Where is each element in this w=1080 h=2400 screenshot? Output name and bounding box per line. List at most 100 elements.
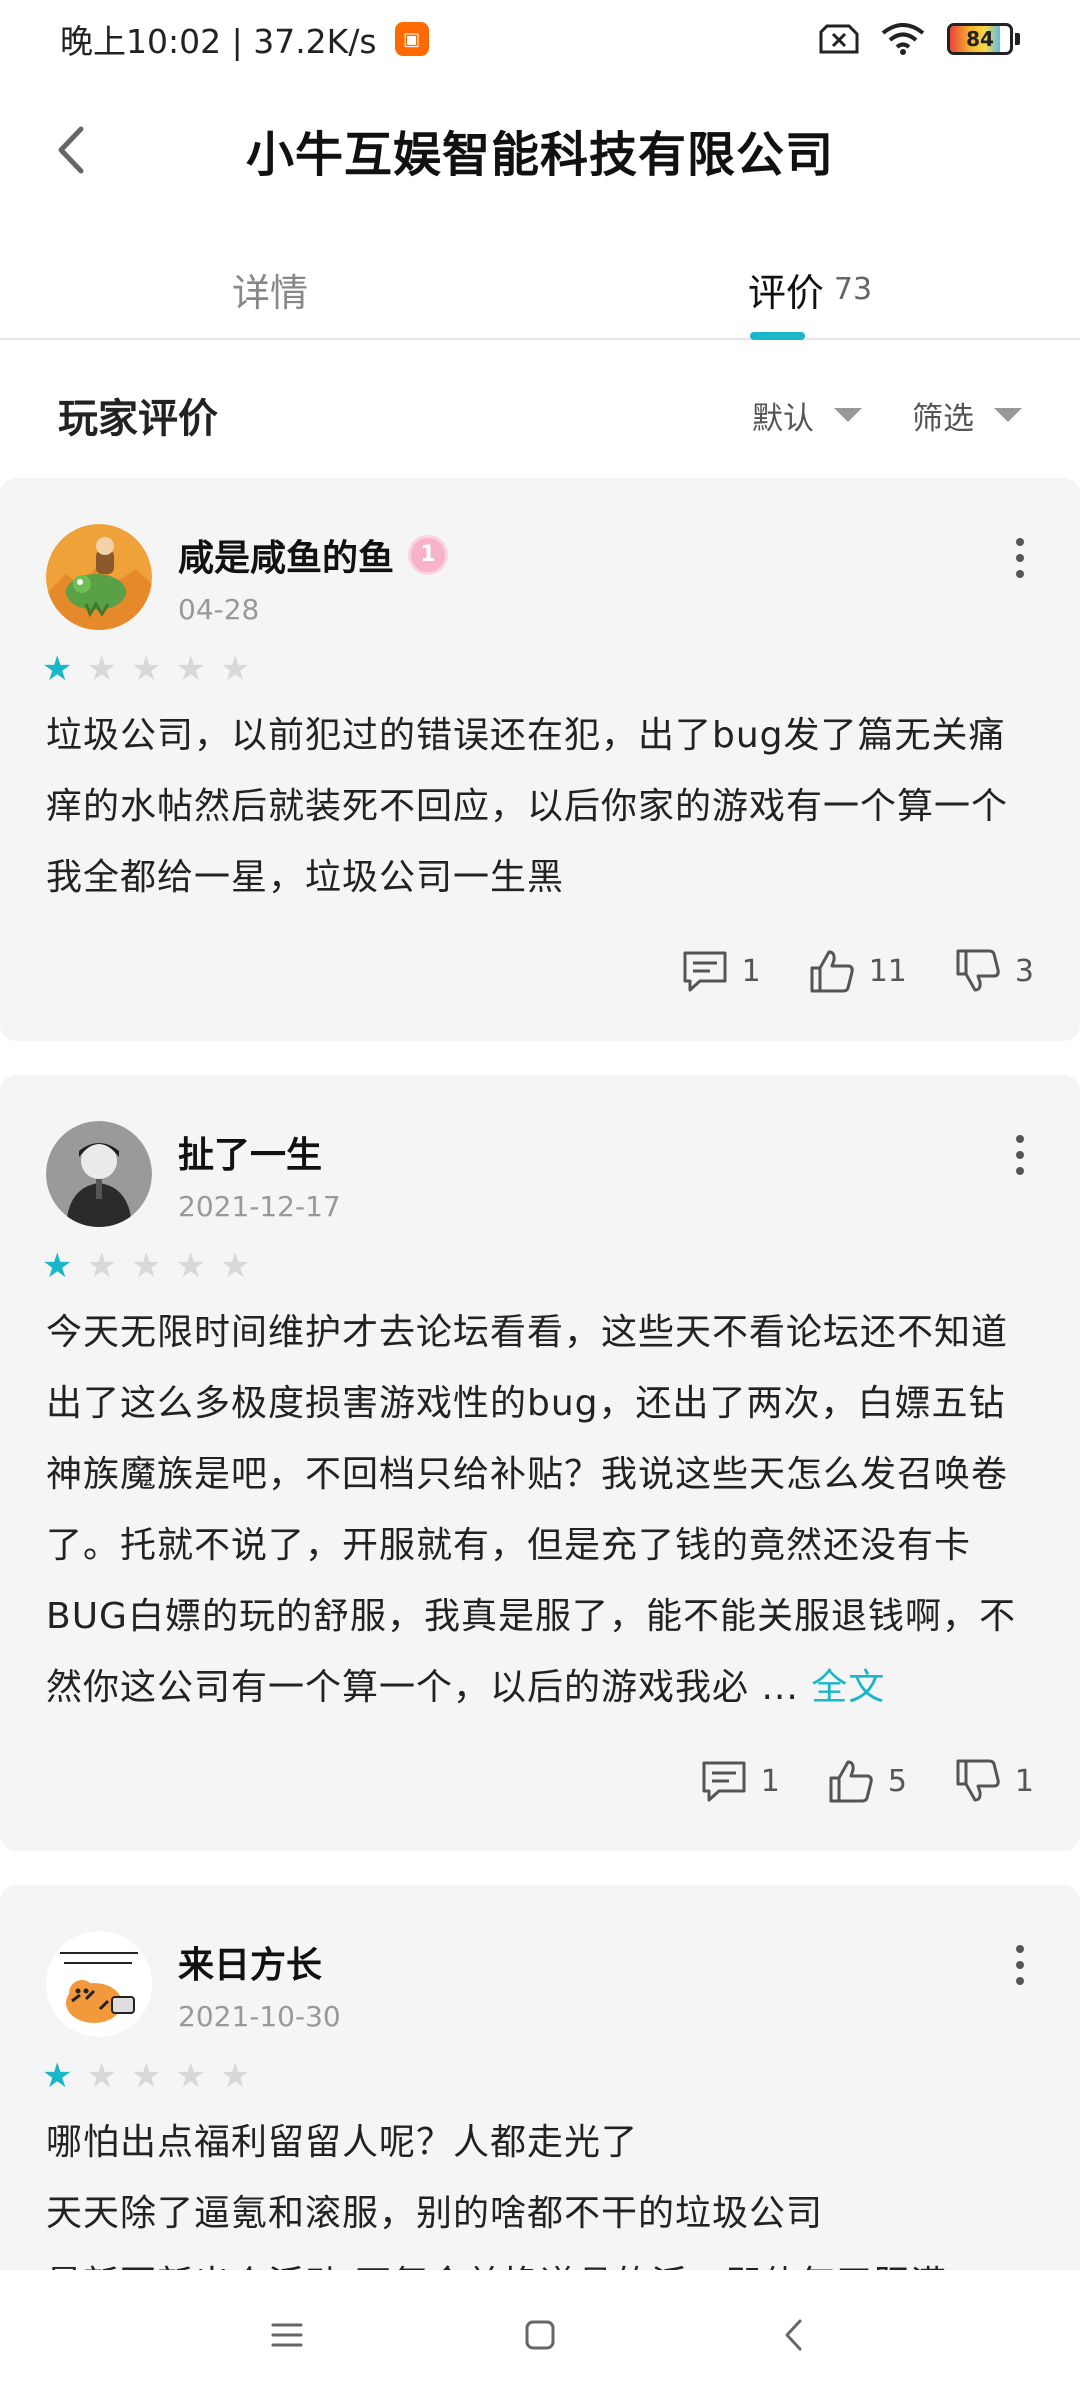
thumbs-up-icon: [810, 950, 854, 993]
star-icon: ★: [42, 649, 73, 689]
star-icon: ★: [219, 1246, 251, 1286]
status-right: 84: [819, 23, 1020, 55]
dislike-count: 1: [1014, 1763, 1034, 1799]
thumbs-down-icon: [956, 949, 1000, 992]
home-square-icon: [525, 2320, 555, 2350]
username[interactable]: 扯了一生: [178, 1126, 322, 1178]
user-info: 扯了一生 2021-12-17: [178, 1126, 341, 1223]
comment-icon: [683, 951, 727, 992]
avatar[interactable]: [46, 1121, 152, 1227]
battery-indicator: 84: [947, 23, 1020, 55]
avatar[interactable]: [46, 1931, 152, 2037]
like-count: 5: [887, 1763, 907, 1799]
app-header: 小牛互娱智能科技有限公司: [0, 95, 1080, 205]
review-card[interactable]: 来日方长 2021-10-30 ★ ★ ★ ★ ★ 哪怕出点福利留留人呢？人都走…: [0, 1885, 1080, 2305]
menu-button[interactable]: [257, 2305, 317, 2365]
system-nav-bar: [0, 2270, 1080, 2400]
tab-details-label: 详情: [231, 270, 308, 315]
comment-button[interactable]: 1: [680, 946, 761, 996]
user-row: 咸是咸鱼的鱼 1: [178, 529, 449, 581]
dislike-button[interactable]: 3: [953, 946, 1034, 996]
comment-count: 1: [741, 953, 761, 989]
status-time-speed: 晚上10:02 | 37.2K/s: [60, 22, 377, 61]
comment-icon: [702, 1761, 746, 1802]
thumbs-up-icon: [829, 1760, 873, 1803]
star-icon: ★: [219, 649, 251, 689]
user-info: 来日方长 2021-10-30: [178, 1936, 341, 2033]
more-options-icon[interactable]: [1010, 1945, 1030, 1985]
caret-down-icon: [834, 408, 862, 422]
status-bar: 晚上10:02 | 37.2K/s ▣ 84: [0, 0, 1080, 78]
back-triangle-icon: [785, 2319, 802, 2351]
sim-off-icon: [819, 24, 859, 54]
battery-icon: 84: [947, 23, 1013, 55]
review-date: 2021-10-30: [178, 1999, 341, 2033]
review-text: 今天无限时间维护才去论坛看看，这些天不看论坛还不知道出了这么多极度损害游戏性的b…: [46, 1312, 1016, 1708]
review-card[interactable]: 咸是咸鱼的鱼 1 04-28 ★ ★ ★ ★ ★ 垃圾公司，以前犯过的错误还在犯…: [0, 478, 1080, 1041]
review-actions: 1 11 3: [46, 941, 1034, 1001]
caret-down-icon: [994, 408, 1022, 422]
review-header: 来日方长 2021-10-30: [46, 1931, 1034, 2037]
star-icon: ★: [175, 2056, 206, 2096]
star-rating: ★ ★ ★ ★ ★: [42, 2059, 1034, 2093]
comment-button[interactable]: 1: [699, 1756, 780, 1806]
review-list: 咸是咸鱼的鱼 1 04-28 ★ ★ ★ ★ ★ 垃圾公司，以前犯过的错误还在犯…: [0, 478, 1080, 2339]
star-icon: ★: [219, 2056, 251, 2096]
user-row: 扯了一生: [178, 1126, 341, 1178]
star-icon: ★: [86, 1246, 117, 1286]
review-actions: 1 5 1: [46, 1751, 1034, 1811]
level-badge: 1: [408, 534, 449, 575]
star-icon: ★: [86, 2056, 117, 2096]
star-icon: ★: [42, 2056, 73, 2096]
review-text: 垃圾公司，以前犯过的错误还在犯，出了bug发了篇无关痛痒的水帖然后就装死不回应，…: [46, 715, 1009, 898]
page-title: 小牛互娱智能科技有限公司: [245, 127, 834, 183]
review-date: 04-28: [178, 592, 260, 626]
sort-dropdown[interactable]: 默认: [752, 393, 862, 438]
star-icon: ★: [175, 1246, 206, 1286]
like-button[interactable]: 5: [826, 1756, 907, 1806]
thumbs-down-icon: [956, 1759, 1000, 1802]
tab-active-indicator: [750, 332, 805, 340]
menu-icon: [271, 2323, 303, 2347]
home-button[interactable]: [510, 2305, 570, 2365]
review-text-line: 哪怕出点福利留留人呢？人都走光了: [46, 2122, 639, 2163]
like-button[interactable]: 11: [807, 946, 907, 996]
chevron-left-icon: [58, 126, 84, 174]
filter-dropdown[interactable]: 筛选: [912, 393, 1022, 438]
star-icon: ★: [175, 649, 206, 689]
mi-store-icon: ▣: [394, 22, 429, 56]
review-text-line: 天天除了逼氪和滚服，别的啥都不干的垃圾公司: [46, 2193, 824, 2234]
like-count: 11: [868, 953, 907, 989]
filter-label: 筛选: [912, 400, 974, 437]
star-icon: ★: [42, 1246, 73, 1286]
tab-details[interactable]: 详情: [0, 240, 540, 338]
review-text-container: 今天无限时间维护才去论坛看看，这些天不看论坛还不知道出了这么多极度损害游戏性的b…: [46, 1297, 1034, 1723]
star-icon: ★: [130, 1246, 162, 1286]
dislike-count: 3: [1014, 953, 1034, 989]
sort-label: 默认: [752, 400, 814, 437]
star-rating: ★ ★ ★ ★ ★: [42, 652, 1034, 686]
section-title: 玩家评价: [58, 396, 218, 442]
review-card[interactable]: 扯了一生 2021-12-17 ★ ★ ★ ★ ★ 今天无限时间维护才去论坛看看…: [0, 1075, 1080, 1851]
nav-back-button[interactable]: [763, 2305, 823, 2365]
more-options-icon[interactable]: [1010, 538, 1030, 578]
back-button[interactable]: [40, 117, 100, 183]
dislike-button[interactable]: 1: [953, 1756, 1034, 1806]
review-header: 扯了一生 2021-12-17: [46, 1121, 1034, 1227]
status-left: 晚上10:02 | 37.2K/s ▣: [60, 15, 429, 63]
tab-reviews-count: 73: [833, 271, 873, 307]
user-row: 来日方长: [178, 1936, 341, 1988]
review-date: 2021-12-17: [178, 1189, 341, 1223]
review-header: 咸是咸鱼的鱼 1 04-28: [46, 524, 1034, 630]
reviews-section-header: 玩家评价 默认 筛选: [0, 370, 1080, 460]
star-icon: ★: [130, 649, 162, 689]
star-icon: ★: [130, 2056, 162, 2096]
review-controls: 默认 筛选: [752, 393, 1022, 438]
star-icon: ★: [86, 649, 117, 689]
tab-reviews[interactable]: 评价 73: [540, 240, 1080, 340]
username[interactable]: 咸是咸鱼的鱼: [178, 529, 394, 581]
more-options-icon[interactable]: [1010, 1135, 1030, 1175]
read-more-link[interactable]: 全文: [811, 1667, 885, 1708]
username[interactable]: 来日方长: [178, 1936, 322, 1988]
avatar[interactable]: [46, 524, 152, 630]
